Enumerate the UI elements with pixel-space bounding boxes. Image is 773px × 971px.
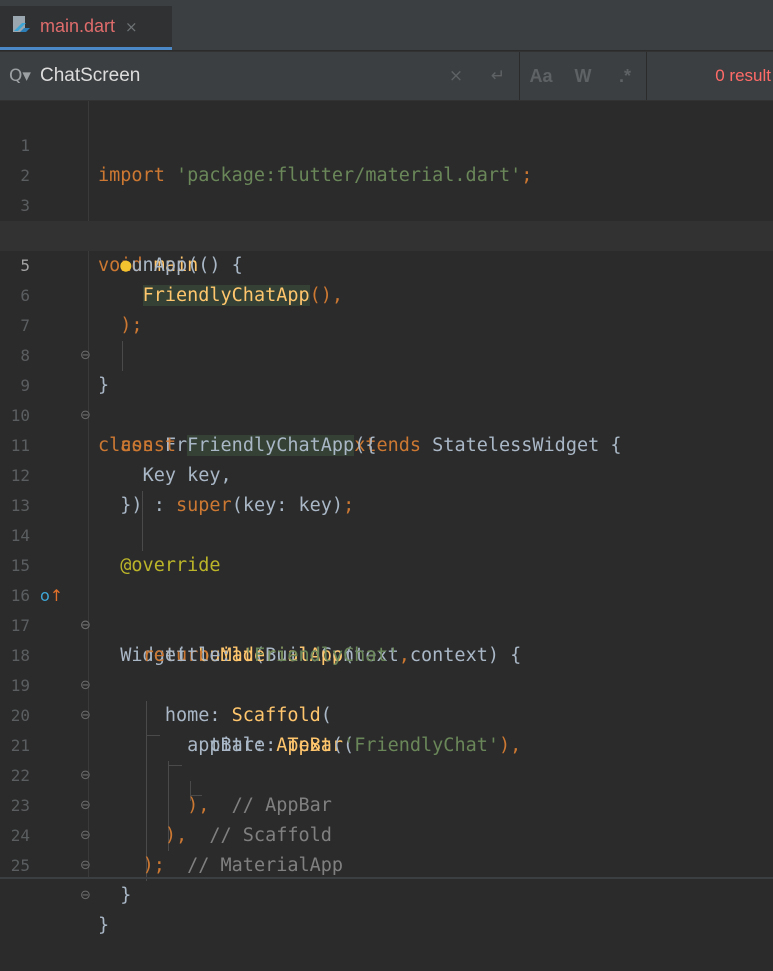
code-line: 20 title: Text('FriendlyChat'),: [0, 671, 773, 756]
code-line: 17 title: 'FriendlyChat',: [0, 581, 773, 666]
code-line: 18 ⊖ home: Scaffold(: [0, 611, 773, 726]
search-icon[interactable]: Q▾: [0, 66, 40, 86]
search-result-count: 0 result: [715, 66, 771, 85]
code-line: 19 ⊖ appBar: AppBar(: [0, 641, 773, 756]
code-line: 8: [0, 311, 773, 365]
code-line: 1 import 'package:flutter/material.dart'…: [0, 101, 773, 186]
tab-main-dart[interactable]: main.dart ×: [0, 6, 172, 50]
code-line-current: 5 FriendlyChatApp(),: [0, 221, 773, 306]
editor-tab-bar: main.dart ×: [0, 0, 773, 51]
code-line: 4 ●unApp(: [0, 191, 773, 276]
code-line: 7 ⊖ }: [0, 281, 773, 396]
code-line: 12 }) : super(key: key);: [0, 431, 773, 516]
code-line: 9 ⊖ class FriendlyChatApp extends Statel…: [0, 341, 773, 456]
code-line: 3 ⊖ void main() {: [0, 161, 773, 276]
regex-button[interactable]: .*: [604, 66, 646, 87]
code-line: 11 Key key,: [0, 401, 773, 486]
search-input[interactable]: ChatScreen: [40, 65, 435, 87]
code-line: 21 ⊖ ), // AppBar: [0, 701, 773, 816]
match-case-button[interactable]: Aa: [520, 66, 562, 87]
divider: [646, 52, 647, 100]
whole-words-button[interactable]: W: [562, 66, 604, 87]
fold-icon[interactable]: ⊖: [80, 881, 91, 911]
code-line: 14 @override: [0, 491, 773, 576]
code-line: 22 ⊖ ), // Scaffold: [0, 731, 773, 846]
dart-file-icon: [12, 15, 32, 39]
code-line: 23 ⊖ ); // MaterialApp: [0, 761, 773, 876]
find-bar: Q▾ ChatScreen × ↵ Aa W .* 0 result: [0, 51, 773, 101]
newline-toggle-button[interactable]: ↵: [477, 66, 519, 86]
code-line: 24 ⊖ }: [0, 791, 773, 906]
code-line: 15 o↑ ⊖ Widget build(BuildContext contex…: [0, 521, 773, 666]
close-icon[interactable]: ×: [125, 18, 138, 36]
editor-bottom-edge: [0, 877, 773, 879]
clear-search-button[interactable]: ×: [435, 66, 477, 86]
code-line: 6 );: [0, 251, 773, 336]
code-line: 2: [0, 131, 773, 185]
code-line: 10 const FriendlyChatApp({: [0, 371, 773, 456]
tab-label: main.dart: [40, 16, 116, 36]
code-line: 13: [0, 461, 773, 515]
code-editor[interactable]: 1 import 'package:flutter/material.dart'…: [0, 101, 773, 936]
code-line: 16 ⊖ return MaterialApp(: [0, 551, 773, 666]
code-line: 25 ⊖ }: [0, 821, 773, 936]
